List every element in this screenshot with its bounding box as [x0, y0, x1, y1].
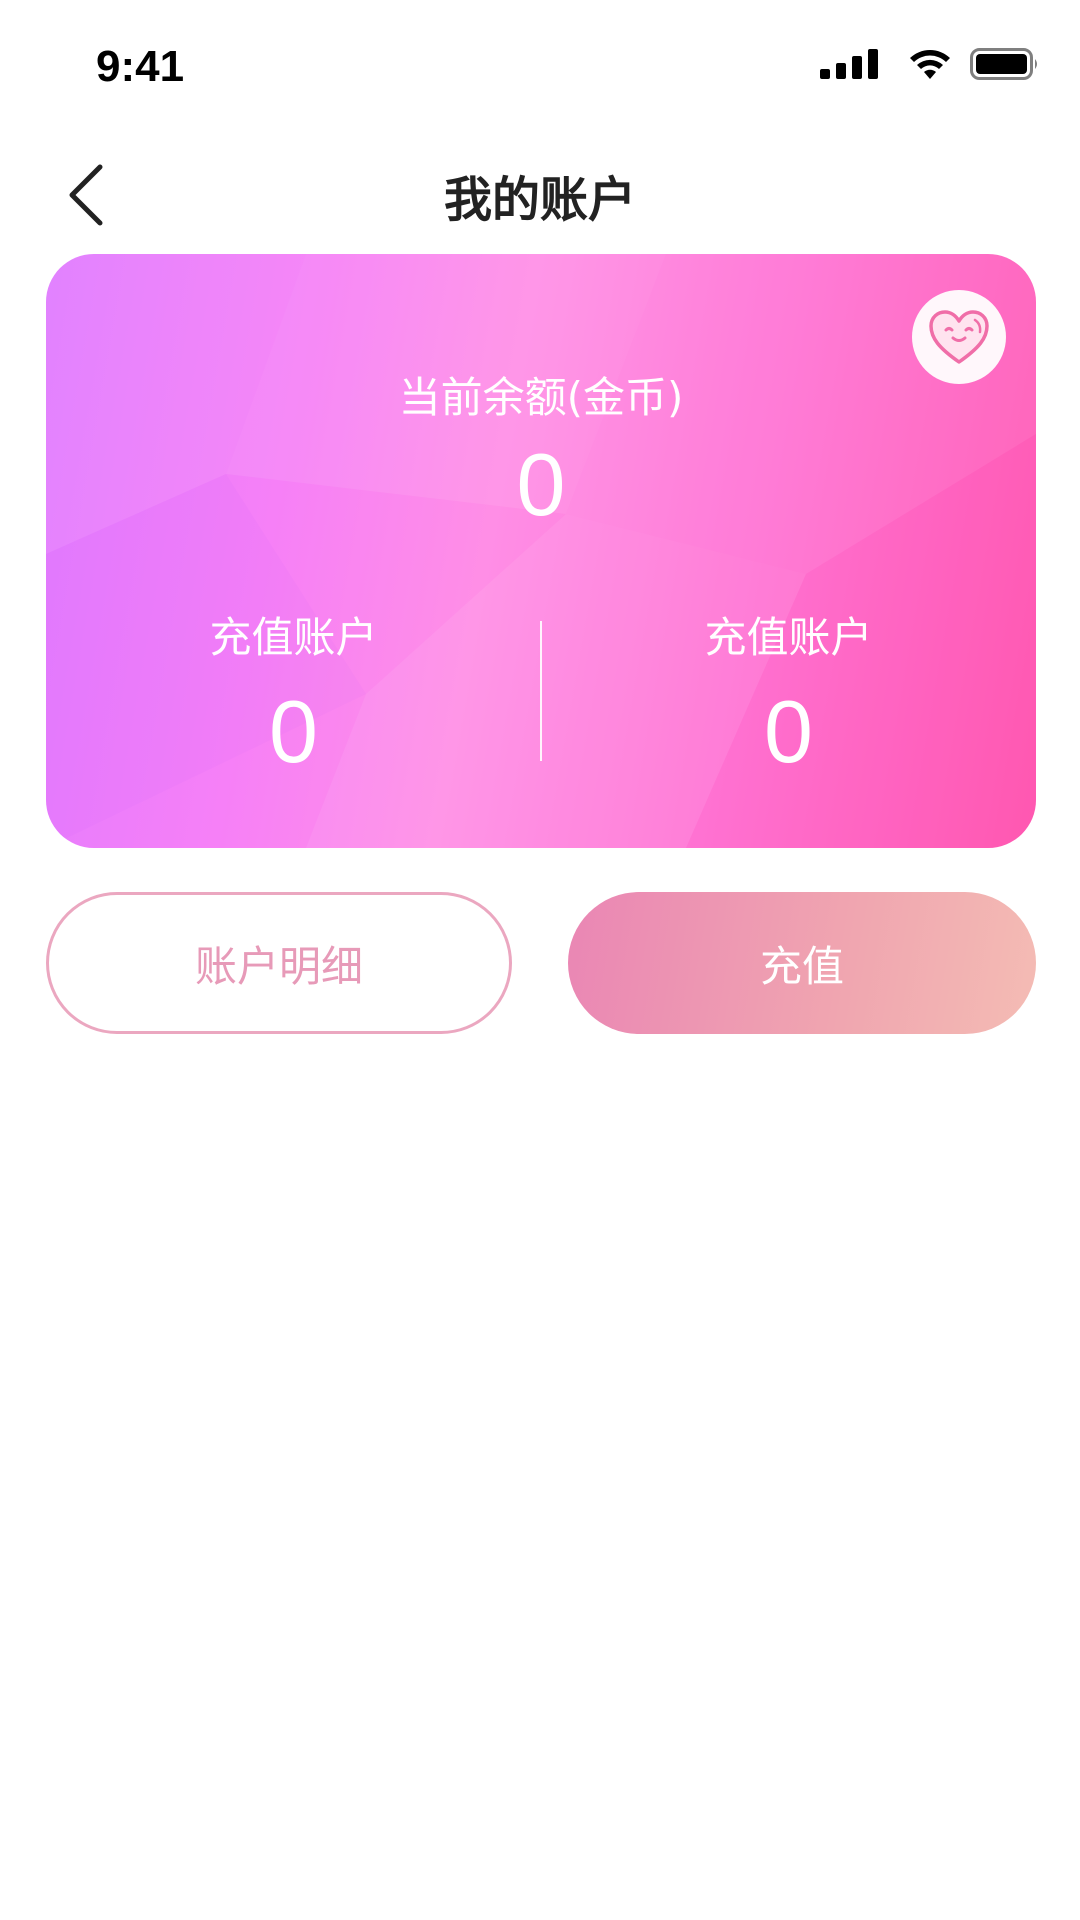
- wifi-icon: [910, 50, 950, 79]
- sub-account-label: 充值账户: [704, 613, 873, 662]
- balance-value: 0: [516, 435, 566, 534]
- recharge-button[interactable]: 充值: [568, 892, 1036, 1034]
- balance-label: 当前余额(金币): [398, 373, 684, 422]
- cellular-signal-icon: [820, 49, 878, 79]
- sub-account-value: 0: [269, 682, 318, 781]
- sub-account-label: 充值账户: [209, 613, 378, 662]
- account-screen: 9:41 我的账户 当前余额(金币) 0 充值账户 0 充值账户 0 账户明细 …: [0, 0, 1080, 1920]
- sub-account-right: 充值账户 0: [541, 604, 1036, 783]
- sub-account-left: 充值账户 0: [46, 604, 541, 783]
- nav-header: 我的账户: [0, 140, 1080, 250]
- heart-smile-icon: [929, 310, 989, 364]
- sub-account-value: 0: [764, 682, 813, 781]
- status-bar: 9:41: [0, 0, 1080, 140]
- status-time: 9:41: [96, 42, 185, 91]
- account-details-button[interactable]: 账户明细: [46, 892, 512, 1034]
- status-icons: [820, 48, 1040, 80]
- page-title: 我的账户: [443, 172, 636, 228]
- battery-icon: [970, 48, 1037, 80]
- balance-card: 当前余额(金币) 0 充值账户 0 充值账户 0: [46, 254, 1036, 848]
